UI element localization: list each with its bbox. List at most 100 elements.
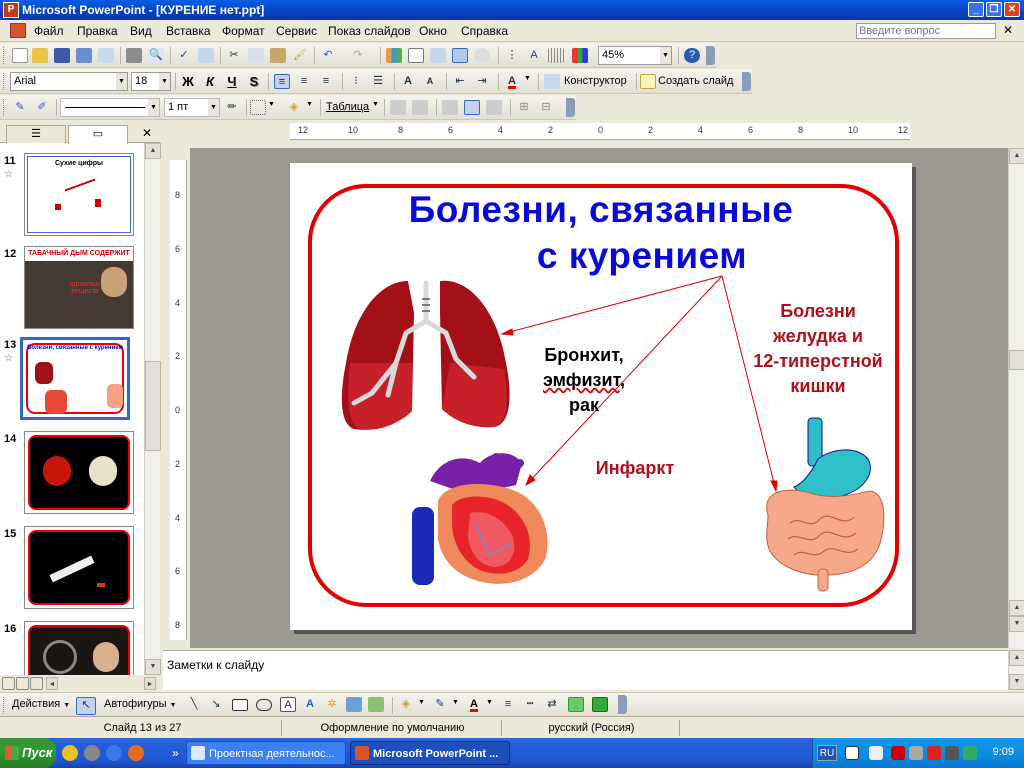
quick-launch-more-icon[interactable]: » — [172, 746, 179, 760]
slide-thumbnail-11[interactable]: Сухие цифры — [24, 153, 134, 236]
slide-thumbnail-15[interactable] — [24, 526, 134, 609]
research-icon[interactable] — [198, 48, 214, 63]
notes-scrollbar[interactable]: ▲ ▼ — [1008, 650, 1024, 690]
network-icon[interactable] — [945, 746, 959, 760]
chevron-down-icon[interactable]: ▼ — [268, 101, 275, 108]
document-icon[interactable] — [10, 23, 26, 38]
show-grid-icon[interactable]: ⋮ — [504, 48, 520, 63]
menu-insert[interactable]: Вставка — [166, 24, 211, 38]
wordart-icon[interactable]: A — [302, 697, 318, 712]
scroll-up-icon[interactable]: ▲ — [145, 143, 161, 159]
font-size-select[interactable]: 18 ▼ — [131, 72, 171, 91]
panel-scrollbar[interactable]: ▲ ▼ — [144, 143, 161, 675]
clipart-icon[interactable] — [346, 697, 362, 712]
chevron-down-icon[interactable]: ▼ — [452, 699, 459, 706]
menu-help[interactable]: Справка — [461, 24, 508, 38]
close-document-icon[interactable]: ✕ — [1003, 23, 1013, 37]
toolbar-options-icon[interactable] — [566, 98, 575, 117]
next-slide-icon[interactable]: ▼ — [1009, 616, 1024, 632]
chevron-down-icon[interactable]: ▼ — [418, 699, 425, 706]
restore-button[interactable]: ❐ — [986, 2, 1002, 17]
designer-icon[interactable] — [544, 74, 560, 89]
paste-icon[interactable] — [270, 48, 286, 63]
scroll-left-icon[interactable]: ◄ — [46, 677, 58, 690]
chevron-down-icon[interactable]: ▼ — [116, 73, 127, 90]
borders-icon[interactable] — [250, 100, 266, 115]
chevron-down-icon[interactable]: ▼ — [486, 699, 493, 706]
redo-icon[interactable]: ↷ — [350, 48, 366, 63]
shadow-button[interactable]: S — [246, 74, 262, 89]
menu-edit[interactable]: Правка — [77, 24, 118, 38]
antivirus-icon[interactable] — [891, 746, 905, 760]
slide-sorter-icon[interactable] — [16, 677, 29, 690]
decrease-font-icon[interactable]: A — [422, 74, 438, 89]
toolbar-grip[interactable] — [3, 697, 6, 714]
label-stomach-diseases[interactable]: Болезни желудка и 12-типерстной кишки — [740, 299, 896, 399]
bold-button[interactable]: Ж — [180, 74, 196, 89]
chart-icon[interactable] — [386, 48, 402, 63]
scroll-thumb[interactable] — [145, 361, 161, 451]
scroll-right-icon[interactable]: ► — [144, 677, 156, 690]
line-icon[interactable]: ╲ — [186, 697, 202, 712]
fill-color-icon[interactable]: ◈ — [398, 697, 414, 712]
copy-icon[interactable] — [248, 48, 264, 63]
slide-thumbnail-13[interactable]: Болезни, связанные с курением — [20, 337, 130, 420]
previous-slide-icon[interactable]: ▲ — [1009, 600, 1024, 616]
toolbar-grip[interactable] — [3, 99, 6, 116]
bullets-icon[interactable]: ☰ — [370, 74, 386, 89]
toolbar-options-icon[interactable] — [618, 695, 627, 714]
align-right-icon[interactable]: ≡ — [318, 74, 334, 89]
open-icon[interactable] — [32, 48, 48, 63]
task-powerpoint[interactable]: Microsoft PowerPoint ... — [350, 741, 510, 765]
notes-pane[interactable]: Заметки к слайду — [163, 650, 1008, 690]
textbox-icon[interactable]: A — [280, 697, 296, 712]
permission-icon[interactable] — [76, 48, 92, 63]
3d-style-icon[interactable] — [592, 697, 608, 712]
numbering-icon[interactable]: ⁝ — [348, 74, 364, 89]
menu-file[interactable]: Файл — [34, 24, 64, 38]
shadow-style-icon[interactable] — [568, 697, 584, 712]
chevron-down-icon[interactable]: ▼ — [524, 75, 531, 82]
merge-cells-icon[interactable] — [390, 100, 406, 115]
line-style-icon[interactable]: ≡ — [500, 697, 516, 712]
slide-thumbnail-14[interactable] — [24, 431, 134, 514]
font-select[interactable]: Arial ▼ — [10, 72, 128, 91]
toolbar-grip[interactable] — [3, 47, 6, 64]
label-lungs-diseases[interactable]: Бронхит, эмфизит, рак — [514, 343, 654, 418]
actions-menu[interactable]: Действия ▼ — [12, 698, 70, 710]
align-bottom-icon[interactable] — [486, 100, 502, 115]
toolbar-grip[interactable] — [3, 73, 6, 90]
expand-icon[interactable] — [452, 48, 468, 63]
diagram-icon[interactable]: ✲ — [324, 697, 340, 712]
zoom-select[interactable]: 45% ▼ — [598, 46, 672, 65]
powerpoint-app-icon[interactable]: P — [3, 2, 19, 18]
chevron-down-icon[interactable]: ▼ — [660, 47, 671, 64]
grid-icon[interactable] — [548, 48, 564, 63]
font-color-icon[interactable]: A — [466, 697, 482, 712]
autoshapes-menu[interactable]: Автофигуры ▼ — [104, 698, 177, 710]
toolbar-options-icon[interactable] — [706, 46, 715, 65]
rectangle-icon[interactable] — [232, 699, 248, 711]
new-slide-icon[interactable] — [640, 74, 656, 89]
chevron-down-icon[interactable]: ▼ — [148, 99, 159, 116]
table-menu-button[interactable]: Таблица — [326, 101, 369, 113]
tables-borders-icon[interactable] — [430, 48, 446, 63]
chevron-down-icon[interactable]: ▼ — [208, 99, 219, 116]
toolbar-options-icon[interactable] — [742, 72, 751, 91]
center-vertically-icon[interactable] — [464, 100, 480, 115]
quick-launch-icon[interactable] — [106, 745, 122, 761]
table-icon[interactable] — [408, 48, 424, 63]
slide-canvas[interactable]: Болезни, связанные с курением Бронхит, э… — [290, 163, 912, 630]
alert-icon[interactable] — [927, 746, 941, 760]
vertical-ruler[interactable]: 8 6 4 2 0 2 4 6 8 — [170, 160, 187, 640]
spelling-icon[interactable]: ✓ — [176, 48, 192, 63]
border-color-icon[interactable]: ✏ — [224, 100, 240, 115]
menu-format[interactable]: Формат — [222, 24, 265, 38]
increase-indent-icon[interactable]: ⇥ — [474, 74, 490, 89]
heart-image[interactable] — [412, 453, 548, 585]
split-cell-icon[interactable] — [412, 100, 428, 115]
quick-launch-icon[interactable] — [84, 745, 100, 761]
oval-icon[interactable] — [256, 699, 272, 711]
scroll-down-icon[interactable]: ▼ — [145, 659, 161, 675]
menu-view[interactable]: Вид — [130, 24, 152, 38]
